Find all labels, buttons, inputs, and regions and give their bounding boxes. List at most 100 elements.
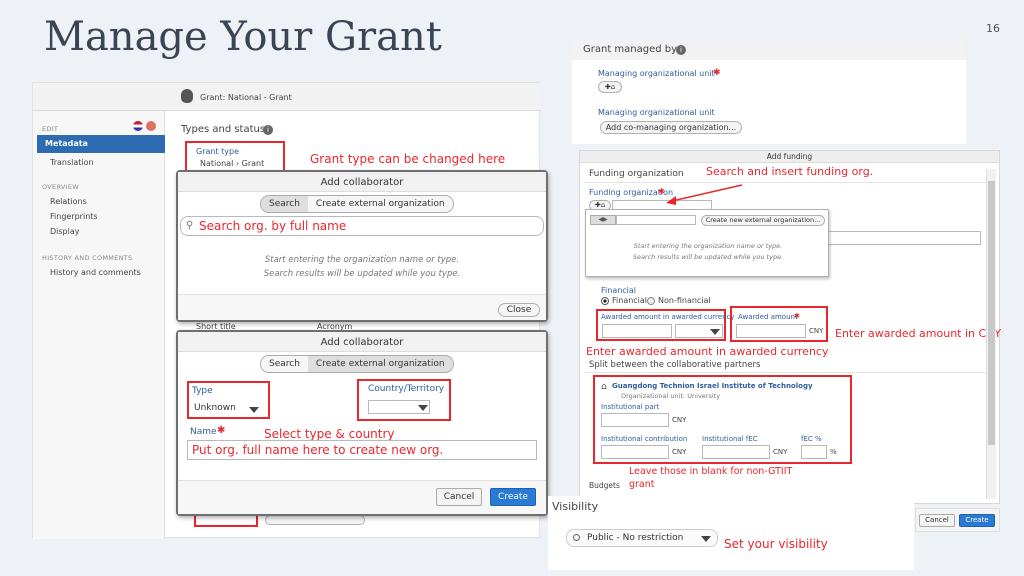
awarded-currency-box[interactable]: Awarded amount in awarded currency	[596, 309, 735, 341]
popup-search-input[interactable]	[616, 215, 696, 225]
language-icon[interactable]	[146, 121, 156, 131]
institutional-part-label: Institutional part	[601, 403, 660, 411]
tab-search[interactable]: Search	[261, 196, 308, 212]
radio-non-financial[interactable]	[647, 297, 655, 305]
annotation-enter-awarded-cny: Enter awarded amount in CNY	[835, 327, 1002, 340]
dialog-header: Add collaborator	[178, 332, 546, 352]
institute-name[interactable]: Guangdong Technion Israel Institute of T…	[612, 382, 813, 390]
grant-type-box[interactable]: Grant type National › Grant	[185, 141, 285, 173]
breadcrumb[interactable]: Grant: National - Grant	[200, 93, 292, 102]
required-asterisk: ✱	[794, 312, 800, 320]
dialog-title: Add collaborator	[320, 337, 404, 348]
scroll-thumb[interactable]	[988, 181, 995, 445]
chevron-down-icon	[701, 536, 711, 542]
info-icon[interactable]: i	[263, 125, 273, 135]
visibility-heading: Visibility	[552, 500, 599, 513]
option-financial: Financial	[612, 296, 648, 305]
type-select-box[interactable]: Type Unknown	[187, 381, 270, 419]
funding-cancel-button[interactable]: Cancel	[919, 514, 955, 527]
add-funding-dialog: Add funding Funding organization Search …	[579, 150, 1002, 504]
dialog-tabs: Search Create external organization	[260, 195, 454, 213]
awarded-amount-box[interactable]: Awarded amount ✱ CNY	[730, 306, 828, 342]
tab-create-external[interactable]: Create external organization	[307, 196, 453, 212]
name-input[interactable]: Put org. full name here to create new or…	[187, 440, 537, 460]
institutional-contribution-cny: CNY	[672, 448, 687, 456]
popup-hint-2: Search results will be updated while you…	[632, 253, 784, 261]
awarded-currency-input[interactable]	[602, 324, 672, 338]
country-select-box[interactable]: Country/Territory	[357, 379, 451, 421]
chevron-down-icon	[249, 407, 259, 413]
divider	[585, 372, 986, 373]
scrollbar[interactable]	[986, 169, 996, 499]
close-button[interactable]: Close	[498, 303, 540, 317]
institution-icon: ⌂	[601, 382, 607, 392]
slide-title: Manage Your Grant	[44, 14, 442, 60]
institutional-contribution-label: Institutional contribution	[601, 435, 688, 443]
annotation-select-type-country: Select type & country	[264, 427, 395, 441]
sidebar-item-fingerprints[interactable]: Fingerprints	[50, 212, 98, 221]
awarded-amount-input[interactable]	[736, 324, 806, 338]
institutional-contribution-input[interactable]	[601, 445, 669, 459]
split-label: Split between the collaborative partners	[589, 360, 761, 370]
dialog-title: Add collaborator	[320, 177, 404, 188]
us-flag-icon[interactable]	[133, 121, 143, 131]
sidebar-item-metadata[interactable]: Metadata	[37, 135, 165, 153]
add-collaborator-search-dialog: Add collaborator Search Create external …	[176, 170, 548, 322]
search-hint-1: Start entering the organization name or …	[264, 255, 460, 265]
nav-heading-edit: EDIT	[42, 125, 59, 133]
institute-unit: Organizational unit: University	[621, 392, 721, 400]
managing-unit-label-2: Managing organizational unit	[598, 108, 715, 117]
institutional-part-cny: CNY	[672, 416, 687, 424]
types-status-label: Types and status	[181, 124, 266, 135]
popup-nav-buttons[interactable]: ◀▶	[590, 215, 616, 225]
tab-search[interactable]: Search	[261, 356, 308, 372]
add-organization-button[interactable]	[265, 515, 365, 525]
required-asterisk: ✱	[713, 68, 721, 78]
annotation-search-org: Search org. by full name	[199, 219, 347, 233]
awarded-currency-label: Awarded amount in awarded currency	[601, 313, 735, 321]
annotation-set-visibility: Set your visibility	[724, 537, 828, 551]
nav-heading-history: HISTORY AND COMMENTS	[42, 254, 133, 262]
divider	[585, 182, 986, 183]
visibility-panel: Visibility Public - No restriction Set y…	[548, 496, 914, 570]
chevron-down-icon	[418, 405, 428, 411]
annotation-arrow	[666, 184, 743, 205]
cancel-button[interactable]: Cancel	[436, 488, 482, 506]
fec-percent-input[interactable]	[801, 445, 827, 459]
sidebar-item-history[interactable]: History and comments	[50, 268, 141, 277]
managing-unit-label: Managing organizational unit	[598, 69, 715, 78]
sidebar-item-relations[interactable]: Relations	[50, 197, 87, 206]
institutional-fec-input[interactable]	[702, 445, 770, 459]
annotation-arrow-head	[666, 196, 676, 205]
radio-circle-icon	[573, 534, 580, 541]
annotation-enter-awarded-currency: Enter awarded amount in awarded currency	[586, 345, 829, 358]
visibility-select[interactable]: Public - No restriction	[566, 529, 718, 547]
grant-bag-icon	[181, 89, 193, 103]
search-input[interactable]: ⚲ Search org. by full name	[180, 216, 544, 236]
sidebar-item-display[interactable]: Display	[50, 227, 80, 236]
chevron-down-icon	[710, 329, 720, 335]
info-icon[interactable]: i	[676, 45, 686, 55]
sidebar-item-label: Metadata	[45, 139, 88, 148]
add-unit-button[interactable]: ✚⌂	[598, 81, 622, 93]
funding-dialog-footer: Cancel Create	[915, 508, 1000, 532]
annotation-search-funding: Search and insert funding org.	[706, 165, 874, 178]
radio-financial[interactable]	[601, 297, 609, 305]
nav-heading-overview: OVERVIEW	[42, 183, 80, 191]
dialog-header: Add funding	[580, 151, 999, 163]
funding-create-button[interactable]: Create	[959, 514, 995, 527]
add-collaborator-create-dialog: Add collaborator Search Create external …	[176, 330, 548, 516]
tab-create-external[interactable]: Create external organization	[307, 356, 453, 372]
awarded-amount-label: Awarded amount	[738, 313, 798, 321]
add-co-managing-button[interactable]: Add co-managing organization...	[600, 121, 742, 134]
currency-select[interactable]	[675, 324, 723, 338]
create-new-external-button[interactable]: Create new external organization...	[701, 215, 825, 226]
dialog-title: Add funding	[766, 152, 813, 161]
financial-label: Financial	[601, 286, 637, 295]
institutional-part-input[interactable]	[601, 413, 669, 427]
grant-managed-heading: Grant managed by	[583, 44, 678, 55]
sidebar-item-translation[interactable]: Translation	[50, 158, 94, 167]
annotation-arrow-line	[671, 184, 743, 202]
annotation-put-org-name: Put org. full name here to create new or…	[192, 443, 444, 457]
create-button[interactable]: Create	[490, 488, 536, 506]
